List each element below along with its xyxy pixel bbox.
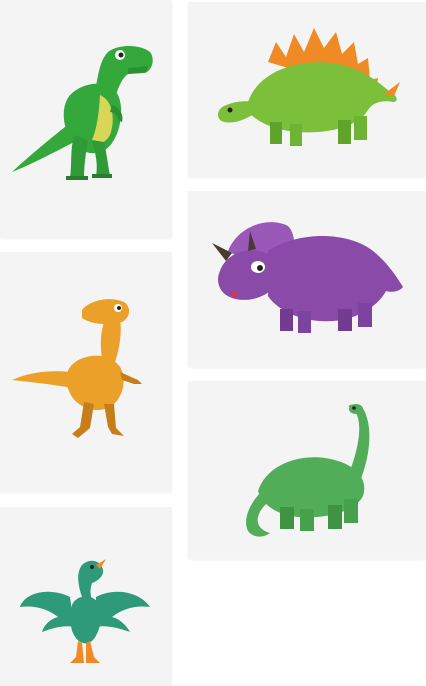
triceratops-sticker-card xyxy=(188,191,426,367)
brontosaurus-sticker-card xyxy=(188,381,426,559)
triceratops-icon xyxy=(212,222,403,333)
stegosaurus-icon xyxy=(218,28,400,146)
trex-sticker-card xyxy=(0,0,172,238)
raptor-sticker-card xyxy=(0,252,172,492)
trex-icon xyxy=(12,46,153,180)
archaeopteryx-icon xyxy=(20,559,150,663)
archaeopteryx-sticker-card xyxy=(0,507,172,686)
raptor-icon xyxy=(12,299,142,438)
stegosaurus-sticker-card xyxy=(188,2,426,177)
brontosaurus-icon xyxy=(246,404,370,537)
